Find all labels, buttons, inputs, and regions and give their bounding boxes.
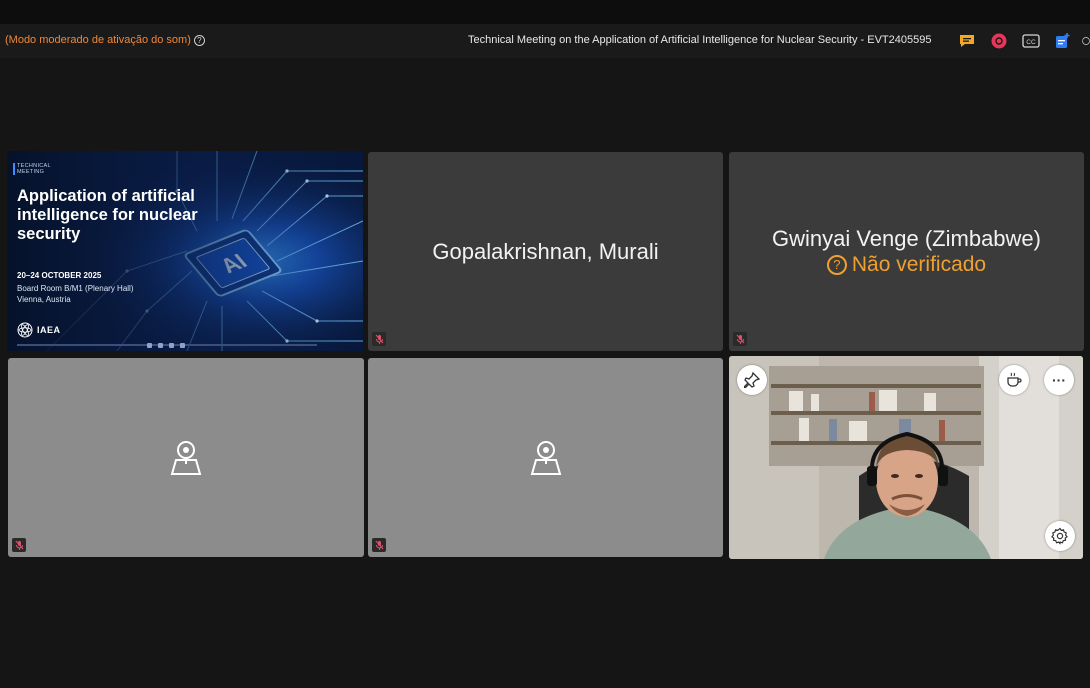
slide-tag-line2: MEETING [17,169,45,175]
unverified-label: Não verificado [851,253,987,276]
captions-icon[interactable]: CC [1022,33,1040,49]
webcam-video [729,356,1083,559]
iaea-logo-text: IAEA [37,325,61,335]
participant-tile-camera-off-1[interactable] [8,358,364,557]
slide-play-icon[interactable] [158,343,163,348]
iaea-logo: IAEA [17,322,61,338]
camera-off-icon [170,440,202,475]
participant-name: Gopalakrishnan, Murali [432,239,659,264]
slide-zoom-icon[interactable] [180,343,185,348]
menu-icon[interactable] [1082,33,1090,49]
unverified-badge: ? Não verificado [729,253,1084,277]
slide-location-line1: Board Room B/M1 (Plenary Hall) [17,284,134,293]
help-icon[interactable]: ? [193,34,205,46]
ai-chip-illustration: AI [7,151,363,351]
camera-off-icon [530,440,561,475]
coffee-icon[interactable] [999,365,1029,395]
mic-muted-icon [12,538,26,552]
slide-prev-icon[interactable] [147,343,152,348]
slide-date: 20–24 OCTOBER 2025 [17,271,102,280]
slide-controls[interactable] [147,343,185,348]
audio-mode-indicator[interactable]: (Modo moderado de ativação do som) ? [5,34,205,46]
mic-muted-icon [372,538,386,552]
slide-title: Application of artificial intelligence f… [17,187,198,243]
share-icon[interactable] [1055,33,1071,49]
participant-tile-gopalakrishnan[interactable]: Gopalakrishnan, Murali [368,152,723,351]
participant-tile-gwinyai[interactable]: Gwinyai Venge (Zimbabwe) ? Não verificad… [729,152,1084,351]
chat-icon[interactable] [959,33,975,49]
captions-label: CC [1026,39,1036,46]
participant-name: Gwinyai Venge (Zimbabwe) [771,226,1041,251]
mic-muted-icon [733,332,747,346]
slide-next-icon[interactable] [169,343,174,348]
participant-tile-camera-off-2[interactable] [368,358,723,557]
slide-location-line2: Vienna, Austria [17,295,71,304]
iaea-emblem-icon [17,322,33,338]
self-video-tile[interactable]: ··· [729,356,1083,559]
more-icon[interactable]: ··· [1044,365,1074,395]
audio-mode-label: (Modo moderado de ativação do som) [5,34,191,46]
slide-location: Board Room B/M1 (Plenary Hall) Vienna, A… [17,283,133,305]
meeting-header: (Modo moderado de ativação do som) ? Tec… [0,24,1090,58]
pin-icon[interactable] [737,365,767,395]
meeting-title: Technical Meeting on the Application of … [468,34,932,46]
shared-presentation[interactable]: AI TECHNICAL MEETING Application of arti… [7,151,363,351]
mic-muted-icon [372,332,386,346]
question-circle-icon: ? [826,255,847,275]
top-strip [0,0,1090,24]
settings-icon[interactable] [1045,521,1075,551]
slide-tag: TECHNICAL MEETING [13,163,51,175]
record-icon[interactable] [991,33,1007,49]
